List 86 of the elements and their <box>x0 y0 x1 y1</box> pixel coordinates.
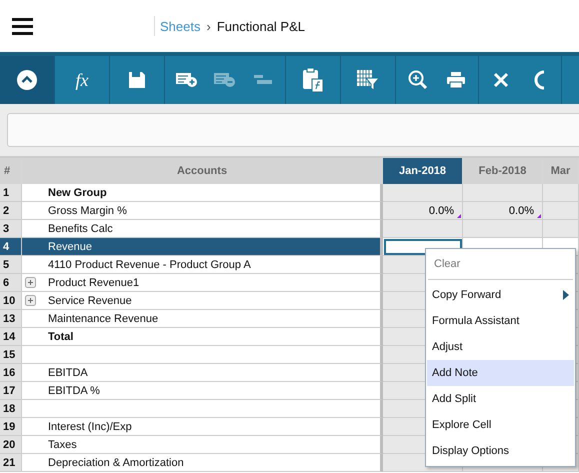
account-name: Maintenance Revenue <box>48 312 158 324</box>
formula-field[interactable] <box>7 113 579 147</box>
row-number: 3 <box>0 220 22 238</box>
account-name: New Group <box>48 186 107 198</box>
menu-item[interactable]: Add Note <box>427 360 574 386</box>
chevron-up-icon <box>17 70 37 90</box>
remove-row-icon <box>214 72 236 88</box>
breadcrumb-current: Functional P&L <box>216 18 305 34</box>
close-icon <box>493 72 509 88</box>
row-number: 14 <box>0 328 22 346</box>
table-cell[interactable] <box>383 184 463 202</box>
column-header[interactable]: Feb-2018 <box>463 158 543 184</box>
row-number: 15 <box>0 346 22 364</box>
account-name: Depreciation & Amortization <box>48 456 184 468</box>
row-number: 1 <box>0 184 22 202</box>
account-cell[interactable]: EBITDA % <box>22 382 383 400</box>
account-cell[interactable]: Benefits Calc <box>22 220 383 238</box>
account-name: Gross Margin % <box>48 204 127 216</box>
account-cell[interactable]: Total <box>22 328 383 346</box>
account-cell[interactable]: Depreciation & Amortization <box>22 454 383 472</box>
account-cell[interactable]: Interest (Inc)/Exp <box>22 418 383 436</box>
account-name: EBITDA % <box>48 384 100 396</box>
row-number: 21 <box>0 454 22 472</box>
table-cell[interactable] <box>543 220 579 238</box>
account-name: EBITDA <box>48 366 88 378</box>
account-name: Benefits Calc <box>48 222 113 234</box>
menu-item[interactable]: Add Split <box>427 386 574 412</box>
account-name: Interest (Inc)/Exp <box>48 420 132 432</box>
menu-item[interactable]: Copy Forward <box>427 282 574 308</box>
account-cell[interactable]: Maintenance Revenue <box>22 310 383 328</box>
menu-icon[interactable] <box>12 18 33 34</box>
submenu-arrow-icon <box>563 290 569 300</box>
table-cell[interactable] <box>543 202 579 220</box>
account-name: Revenue <box>48 240 92 252</box>
account-name: 4110 Product Revenue - Product Group A <box>48 258 251 270</box>
account-name: Product Revenue1 <box>48 276 140 288</box>
expand-icon[interactable] <box>25 295 36 306</box>
row-number: 4 <box>0 238 22 256</box>
expand-icon[interactable] <box>25 277 36 288</box>
account-cell[interactable]: Gross Margin % <box>22 202 383 220</box>
row-number: 13 <box>0 310 22 328</box>
print-icon <box>446 71 466 89</box>
breadcrumb-separator: › <box>206 18 211 34</box>
column-header[interactable]: Accounts <box>22 158 383 184</box>
toolbar-button[interactable]: fx <box>68 66 96 94</box>
column-header[interactable]: Mar <box>543 158 579 184</box>
menu-item[interactable]: Formula Assistant <box>427 308 574 334</box>
add-row-icon <box>176 72 198 88</box>
table-cell[interactable] <box>463 220 543 238</box>
row-number: 17 <box>0 382 22 400</box>
row-number: 5 <box>0 256 22 274</box>
table-cell[interactable]: 0.0% <box>383 202 463 220</box>
account-cell[interactable]: EBITDA <box>22 364 383 382</box>
row-number: 16 <box>0 364 22 382</box>
clipboard-formula-icon <box>302 67 324 93</box>
row-number: 10 <box>0 292 22 310</box>
account-cell[interactable]: Revenue <box>22 238 383 256</box>
account-cell[interactable]: Product Revenue1 <box>22 274 383 292</box>
bars-icon <box>254 75 272 85</box>
account-cell[interactable]: 4110 Product Revenue - Product Group A <box>22 256 383 274</box>
account-cell[interactable]: New Group <box>22 184 383 202</box>
row-number: 6 <box>0 274 22 292</box>
row-number: 20 <box>0 436 22 454</box>
column-header[interactable]: Jan-2018 <box>383 158 463 184</box>
account-cell[interactable]: Service Revenue <box>22 292 383 310</box>
function-label: fx <box>76 70 88 90</box>
table-cell[interactable]: 0.0% <box>463 202 543 220</box>
table-cell[interactable] <box>463 184 543 202</box>
zoom-icon <box>408 70 428 90</box>
menu-item[interactable]: Explore Cell <box>427 412 574 438</box>
account-name: Service Revenue <box>48 294 132 306</box>
table-cell[interactable] <box>383 220 463 238</box>
account-name: Taxes <box>48 438 77 450</box>
account-name: Total <box>48 330 74 342</box>
column-header: # <box>0 158 22 184</box>
account-cell[interactable] <box>22 400 383 418</box>
menu-item[interactable]: Display Options <box>427 438 574 464</box>
grid-filter-icon <box>356 69 380 91</box>
row-number: 19 <box>0 418 22 436</box>
account-cell[interactable]: Taxes <box>22 436 383 454</box>
row-number: 18 <box>0 400 22 418</box>
menu-item[interactable]: Adjust <box>427 334 574 360</box>
account-cell[interactable] <box>22 346 383 364</box>
table-cell[interactable] <box>543 184 579 202</box>
row-number: 2 <box>0 202 22 220</box>
save-icon <box>128 71 146 89</box>
